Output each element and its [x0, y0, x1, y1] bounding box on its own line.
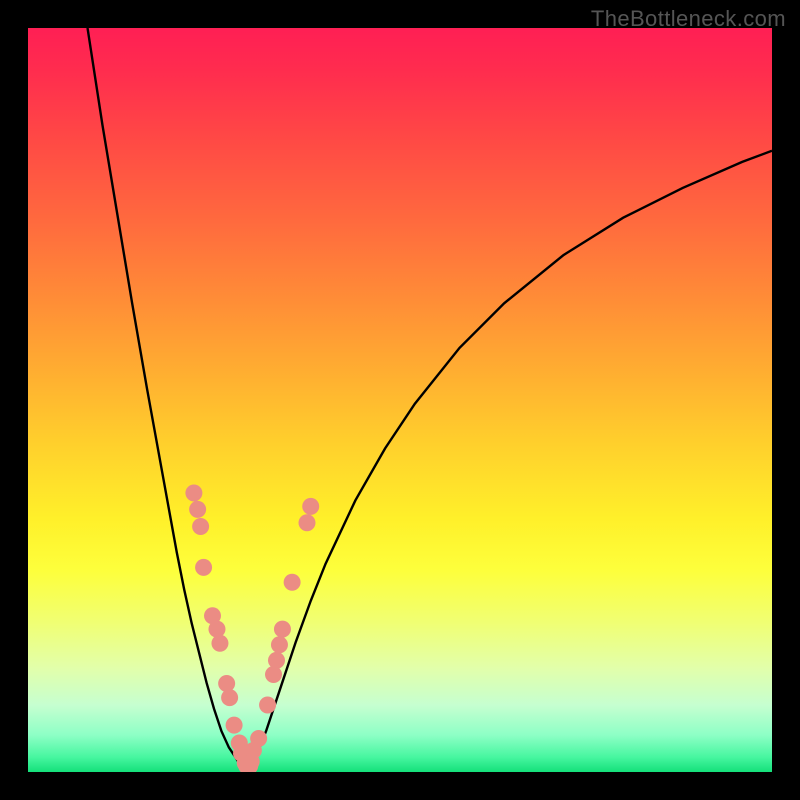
data-marker [265, 666, 282, 683]
curve-right-branch [244, 151, 772, 766]
data-marker [299, 514, 316, 531]
data-marker [189, 501, 206, 518]
data-marker [274, 621, 291, 638]
data-marker [268, 652, 285, 669]
data-marker [271, 636, 288, 653]
data-marker [192, 518, 209, 535]
data-marker [226, 717, 243, 734]
data-marker [284, 574, 301, 591]
data-marker [250, 730, 267, 747]
outer-frame [0, 0, 800, 800]
data-marker [218, 675, 235, 692]
watermark-text: TheBottleneck.com [591, 6, 786, 32]
data-marker [211, 635, 228, 652]
plot-area [28, 28, 772, 772]
data-marker [302, 498, 319, 515]
curve-left-branch [88, 28, 244, 766]
chart-svg [28, 28, 772, 772]
data-marker [195, 559, 212, 576]
markers-right-group [241, 498, 319, 772]
data-marker [208, 621, 225, 638]
data-marker [221, 689, 238, 706]
data-marker [259, 697, 276, 714]
data-marker [185, 485, 202, 502]
